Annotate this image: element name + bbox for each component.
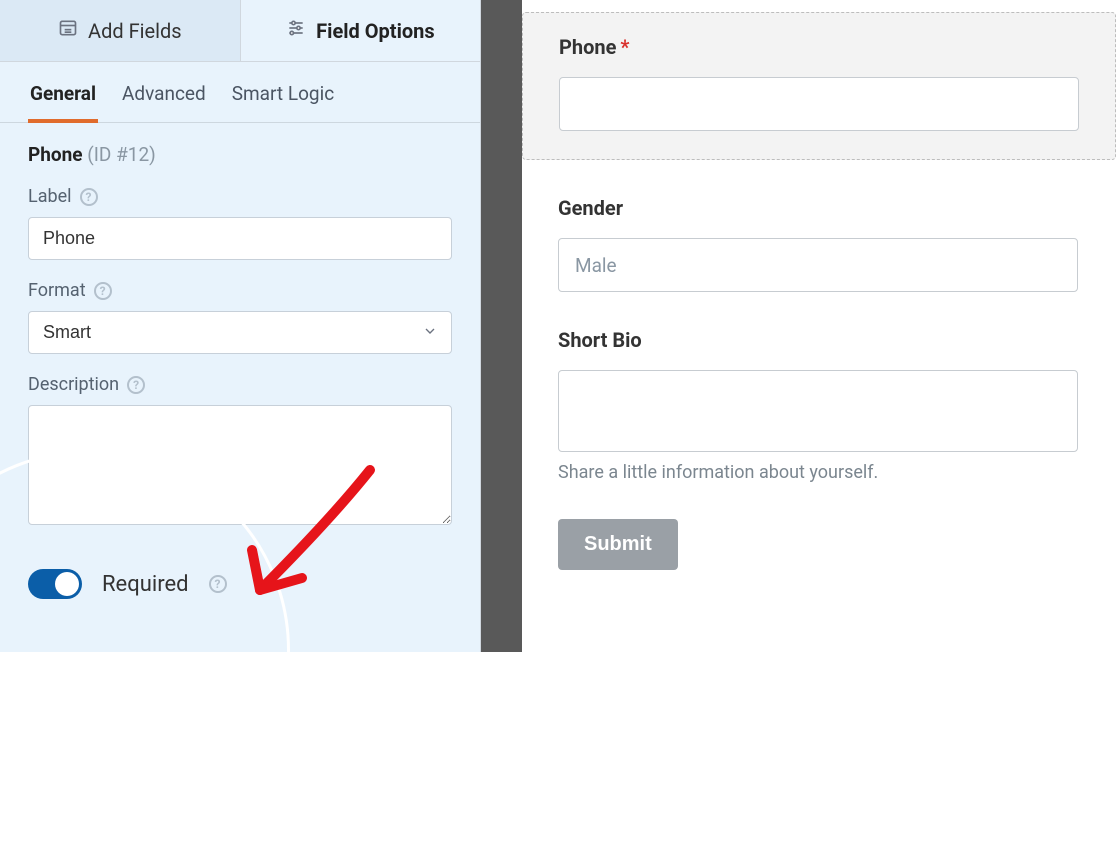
label-format: Format ? [28, 280, 452, 301]
preview-shortbio-label: Short Bio [558, 328, 1116, 352]
row-format: Format ? [28, 280, 452, 354]
help-icon[interactable]: ? [127, 376, 145, 394]
toggle-knob [55, 572, 79, 596]
preview-gender-label: Gender [558, 196, 1116, 220]
row-description: Description ? [28, 374, 452, 529]
sliders-icon [286, 18, 306, 43]
label-label-text: Label [28, 186, 72, 207]
preview-submit-row: Submit [558, 519, 1116, 570]
preview-shortbio-field[interactable]: Short Bio Share a little information abo… [558, 328, 1116, 483]
help-icon[interactable]: ? [209, 575, 227, 593]
subtab-smart-logic[interactable]: Smart Logic [230, 76, 336, 123]
row-label: Label ? [28, 186, 452, 260]
panel-body: Phone (ID #12) Label ? Format ? [0, 123, 480, 619]
required-toggle[interactable] [28, 569, 82, 599]
tab-add-fields-label: Add Fields [88, 19, 182, 43]
preview-phone-input[interactable] [559, 77, 1079, 131]
preview-phone-label: Phone* [559, 35, 1079, 59]
left-sidebar: Add Fields Field Options General Advance… [0, 0, 481, 652]
help-icon[interactable]: ? [80, 188, 98, 206]
row-required: Required ? [28, 569, 452, 599]
submit-button[interactable]: Submit [558, 519, 678, 570]
tab-field-options-label: Field Options [316, 19, 434, 43]
format-select-wrapper [28, 311, 452, 354]
field-name: Phone [28, 143, 83, 166]
label-format-text: Format [28, 280, 86, 301]
preview-selected-field[interactable]: Phone* [522, 12, 1116, 160]
gutter [481, 0, 522, 652]
description-textarea[interactable] [28, 405, 452, 525]
preview-panel: Phone* Gender Male Short Bio Share a lit… [522, 0, 1116, 652]
preview-gender-select[interactable]: Male [558, 238, 1078, 292]
preview-gender-value: Male [558, 238, 1078, 292]
list-icon [58, 18, 78, 43]
field-title: Phone (ID #12) [28, 143, 452, 166]
required-mark: * [620, 35, 629, 59]
sub-tabs: General Advanced Smart Logic [0, 62, 480, 123]
preview-shortbio-helper: Share a little information about yoursel… [558, 462, 1116, 483]
label-description: Description ? [28, 374, 452, 395]
label-description-text: Description [28, 374, 119, 395]
label-label: Label ? [28, 186, 452, 207]
help-icon[interactable]: ? [94, 282, 112, 300]
required-label: Required [102, 572, 189, 597]
top-tabs: Add Fields Field Options [0, 0, 480, 62]
preview-gender-field[interactable]: Gender Male [558, 196, 1116, 292]
preview-shortbio-textarea[interactable] [558, 370, 1078, 452]
field-id: (ID #12) [87, 143, 156, 166]
subtab-general[interactable]: General [28, 76, 98, 123]
format-select[interactable] [28, 311, 452, 354]
tab-field-options[interactable]: Field Options [241, 0, 481, 61]
tab-add-fields[interactable]: Add Fields [0, 0, 241, 61]
preview-phone-label-text: Phone [559, 35, 616, 59]
subtab-advanced[interactable]: Advanced [120, 76, 208, 123]
label-input[interactable] [28, 217, 452, 260]
